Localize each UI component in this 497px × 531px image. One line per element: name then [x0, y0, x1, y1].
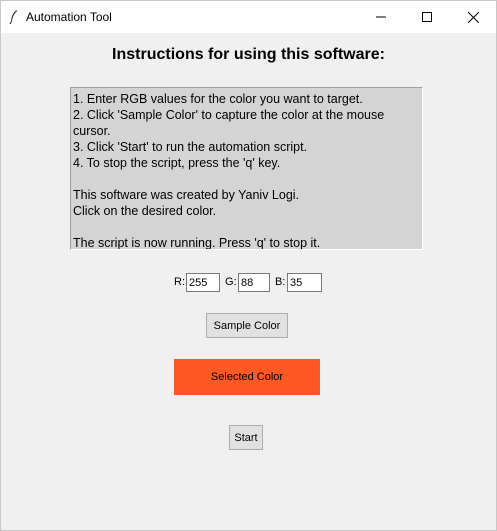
- maximize-icon: [422, 12, 432, 22]
- instruction-line: [73, 171, 420, 187]
- title-bar[interactable]: Automation Tool: [1, 1, 496, 33]
- instruction-line: 3. Click 'Start' to run the automation s…: [73, 140, 308, 154]
- r-value-input[interactable]: [186, 273, 220, 292]
- r-label: R:: [174, 276, 185, 288]
- selected-color-swatch: Selected Color: [174, 359, 320, 395]
- app-window: Automation Tool Instructions for using t…: [0, 0, 497, 531]
- instructions-text-area[interactable]: 1. Enter RGB values for the color you wa…: [70, 87, 423, 250]
- rgb-input-row: R: G: B:: [1, 273, 496, 293]
- close-icon: [467, 11, 479, 23]
- sample-color-button[interactable]: Sample Color: [206, 313, 288, 338]
- minimize-icon: [376, 16, 386, 18]
- instruction-line: 4. To stop the script, press the 'q' key…: [73, 156, 281, 170]
- b-label: B:: [275, 276, 286, 288]
- instruction-line: Click on the desired color.: [73, 204, 217, 218]
- instruction-line: The script is now running. Press 'q' to …: [73, 236, 321, 250]
- instruction-line: 1. Enter RGB values for the color you wa…: [73, 92, 363, 106]
- g-label: G:: [225, 276, 237, 288]
- b-value-input[interactable]: [287, 273, 322, 292]
- feather-icon: [8, 9, 20, 25]
- g-value-input[interactable]: [238, 273, 270, 292]
- instruction-line: [73, 219, 420, 235]
- minimize-button[interactable]: [358, 1, 404, 33]
- start-button[interactable]: Start: [229, 425, 263, 450]
- instruction-line: 2. Click 'Sample Color' to capture the c…: [73, 108, 385, 122]
- maximize-button[interactable]: [404, 1, 450, 33]
- page-title: Instructions for using this software:: [112, 46, 385, 63]
- close-button[interactable]: [450, 1, 496, 33]
- window-title: Automation Tool: [26, 10, 112, 24]
- instruction-line: This software was created by Yaniv Logi.: [73, 188, 300, 202]
- instruction-line: cursor.: [73, 124, 111, 138]
